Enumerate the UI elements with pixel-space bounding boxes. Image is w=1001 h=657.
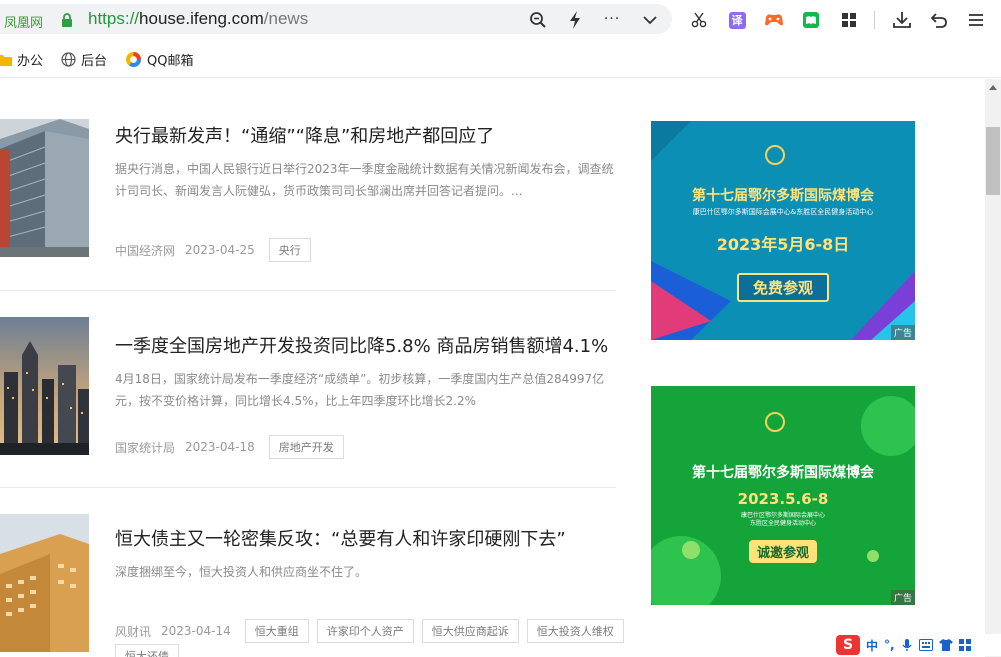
site-name: 凤凰网 bbox=[4, 16, 44, 31]
bookmark-backend[interactable]: 后台 bbox=[61, 50, 107, 69]
translate-icon[interactable]: 译 bbox=[726, 9, 748, 31]
menu-icon[interactable] bbox=[965, 9, 987, 31]
article-thumbnail[interactable] bbox=[0, 317, 89, 455]
ad-cta-button[interactable]: 诚邀参观 bbox=[748, 540, 817, 563]
apps-grid-icon[interactable] bbox=[958, 639, 971, 651]
article-thumbnail[interactable] bbox=[0, 514, 89, 652]
scrollbar[interactable] bbox=[985, 79, 1001, 657]
ime-logo-icon[interactable]: S bbox=[836, 635, 860, 655]
article-source[interactable]: 国家统计局 bbox=[115, 439, 175, 456]
article-tag[interactable]: 恒大供应商起诉 bbox=[421, 619, 519, 643]
ime-language[interactable]: 中 bbox=[866, 637, 878, 654]
ad-banner[interactable]: 第十七届鄂尔多斯国际煤博会 2023.5.6-8 康巴什区鄂尔多斯国际会展中心 … bbox=[651, 386, 915, 605]
article-title[interactable]: 央行最新发声！“通缩”“降息”和房地产都回应了 bbox=[115, 122, 494, 148]
address-bar-row: 凤凰网 https://house.ifeng.com/news ··· 译 bbox=[0, 0, 1001, 38]
scrollbar-thumb[interactable] bbox=[986, 127, 1000, 195]
ad-banner[interactable]: 第十七届鄂尔多斯国际煤博会 康巴什区鄂尔多斯国际会展中心&东胜区全民健身活动中心… bbox=[651, 121, 915, 340]
article-tag[interactable]: 恒大重组 bbox=[244, 619, 309, 643]
article-source[interactable]: 风财讯 bbox=[115, 623, 151, 640]
bookmark-label: QQ邮箱 bbox=[147, 54, 194, 69]
bookmark-office[interactable]: 办公 bbox=[0, 50, 43, 69]
lock-icon bbox=[62, 13, 72, 27]
ad-subtitle: 东胜区全民健身活动中心 bbox=[749, 520, 816, 527]
article-meta: 中国经济网 2023-04-25 央行 bbox=[115, 238, 319, 262]
ad-flag[interactable]: 广告 bbox=[890, 325, 915, 340]
article-thumbnail[interactable] bbox=[0, 119, 89, 257]
undo-icon[interactable] bbox=[928, 9, 950, 31]
ad-flag[interactable]: 广告 bbox=[890, 590, 915, 605]
article-tag[interactable]: 房地产开发 bbox=[268, 435, 344, 459]
ad-title: 第十七届鄂尔多斯国际煤博会 bbox=[692, 188, 874, 204]
article-tag[interactable]: 恒大还债 bbox=[115, 644, 179, 657]
game-icon[interactable] bbox=[763, 9, 785, 31]
scroll-up-icon[interactable] bbox=[989, 85, 997, 90]
folder-icon bbox=[0, 54, 12, 66]
ad-cta-wrap: 免费参观 bbox=[651, 273, 915, 302]
bookmark-label: 办公 bbox=[17, 54, 44, 69]
article-date: 2023-04-25 bbox=[185, 243, 255, 257]
bookmark-qqmail[interactable]: QQ邮箱 bbox=[125, 50, 193, 69]
article-tag[interactable]: 许家印个人资产 bbox=[316, 619, 414, 643]
apps-grid-icon[interactable] bbox=[838, 9, 860, 31]
bookmarks-bar: 办公 后台 QQ邮箱 bbox=[0, 40, 1001, 78]
globe-icon bbox=[61, 52, 76, 67]
article-meta: 国家统计局 2023-04-18 房地产开发 bbox=[115, 435, 352, 459]
qqmail-icon bbox=[126, 52, 141, 67]
ad-subtitle: 康巴什区鄂尔多斯国际会展中心&东胜区全民健身活动中心 bbox=[692, 208, 874, 216]
chevron-down-icon[interactable] bbox=[639, 9, 661, 31]
url-path: /news bbox=[263, 9, 309, 28]
article-description: 4月18日，国家统计局发布一季度经济“成绩单”。初步核算，一季度国内生产总值28… bbox=[115, 372, 605, 408]
download-icon[interactable] bbox=[891, 9, 913, 31]
bookmark-label: 后台 bbox=[81, 54, 108, 69]
ime-punctuation[interactable]: °, bbox=[884, 638, 895, 652]
microphone-icon[interactable] bbox=[901, 638, 913, 652]
article-title[interactable]: 恒大债主又一轮密集反攻：“总要有人和许家印硬刚下去” bbox=[115, 525, 566, 551]
url-protocol: https:// bbox=[88, 9, 140, 28]
url-text[interactable]: https://house.ifeng.com/news bbox=[88, 9, 308, 29]
article-item[interactable]: 央行最新发声！“通缩”“降息”和房地产都回应了 据央行消息，中国人民银行近日举行… bbox=[0, 79, 616, 289]
page-content: 央行最新发声！“通缩”“降息”和房地产都回应了 据央行消息，中国人民银行近日举行… bbox=[0, 79, 985, 657]
scissors-icon[interactable] bbox=[688, 9, 710, 31]
ad-cta-button[interactable]: 免费参观 bbox=[736, 273, 829, 302]
article-source[interactable]: 中国经济网 bbox=[115, 242, 175, 259]
ime-toolbar: S 中 °, bbox=[834, 634, 1001, 656]
ad-cta-wrap: 诚邀参观 bbox=[651, 540, 915, 563]
article-item[interactable]: 恒大债主又一轮密集反攻：“总要有人和许家印硬刚下去” 深度捆绑至今，恒大投资人和… bbox=[0, 488, 624, 657]
skin-icon[interactable] bbox=[938, 639, 953, 651]
ad-title: 第十七届鄂尔多斯国际煤博会 bbox=[692, 465, 874, 481]
keyboard-icon[interactable] bbox=[918, 639, 933, 651]
article-meta: 风财讯 2023-04-14 恒大重组 许家印个人资产 恒大供应商起诉 恒大投资… bbox=[115, 619, 632, 643]
zoom-icon[interactable] bbox=[527, 9, 549, 31]
article-title[interactable]: 一季度全国房地产开发投资同比降5.8% 商品房销售额增4.1% bbox=[115, 332, 608, 358]
ad-date: 2023年5月6-8日 bbox=[716, 235, 850, 254]
article-tag[interactable]: 恒大投资人维权 bbox=[526, 619, 624, 643]
url-host: house.ifeng.com bbox=[139, 9, 264, 28]
toolbar-separator bbox=[874, 11, 875, 29]
ad-date: 2023.5.6-8 bbox=[737, 490, 829, 508]
address-box[interactable]: 凤凰网 https://house.ifeng.com/news ··· bbox=[0, 4, 672, 34]
lightning-icon[interactable] bbox=[564, 9, 586, 31]
article-description: 深度捆绑至今，恒大投资人和供应商坐不住了。 bbox=[115, 565, 368, 579]
article-tag[interactable]: 央行 bbox=[268, 238, 311, 262]
article-item[interactable]: 一季度全国房地产开发投资同比降5.8% 商品房销售额增4.1% 4月18日，国家… bbox=[0, 291, 616, 487]
more-icon[interactable]: ··· bbox=[601, 8, 623, 30]
article-meta-overflow: 恒大还债 bbox=[115, 644, 187, 657]
article-date: 2023-04-18 bbox=[185, 440, 255, 454]
reader-icon[interactable] bbox=[800, 9, 822, 31]
article-date: 2023-04-14 bbox=[161, 624, 231, 638]
article-description: 据央行消息，中国人民银行近日举行2023年一季度金融统计数据有关情况新闻发布会，… bbox=[115, 162, 614, 198]
